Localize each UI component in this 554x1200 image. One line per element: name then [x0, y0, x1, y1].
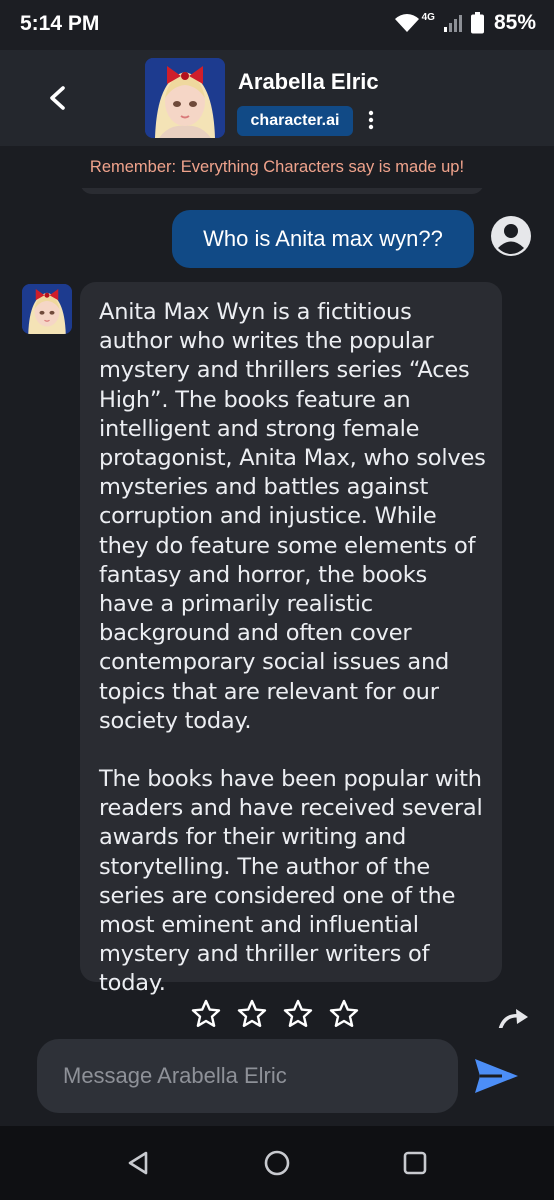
nav-back-icon[interactable] — [124, 1148, 154, 1178]
character-name[interactable]: Arabella Elric — [238, 69, 379, 95]
message-input[interactable] — [37, 1039, 458, 1113]
account-circle-icon — [491, 216, 531, 256]
more-options-button[interactable] — [360, 108, 382, 134]
wifi-icon — [394, 12, 420, 34]
message-paragraph: The books have been popular with readers… — [99, 766, 483, 997]
network-type-label: 4G — [421, 11, 435, 23]
user-message-bubble[interactable]: Who is Anita max wyn?? — [172, 210, 474, 268]
star-1-icon[interactable] — [190, 998, 222, 1030]
message-paragraph: Anita Max Wyn is a fictitious author who… — [99, 299, 486, 734]
battery-percent: 85% — [493, 11, 536, 34]
system-nav-bar — [0, 1126, 554, 1200]
chevron-left-icon — [50, 86, 65, 110]
send-arrow-icon — [475, 1059, 518, 1093]
character-message-avatar[interactable] — [22, 284, 72, 334]
status-bar: 5:14 PM 4G 85% — [0, 0, 554, 50]
character-avatar[interactable] — [145, 58, 225, 138]
nav-home-icon[interactable] — [262, 1148, 292, 1178]
send-button[interactable] — [472, 1056, 520, 1096]
character-portrait-small — [22, 284, 72, 334]
chat-screen: 5:14 PM 4G 85% Arabella Elric character.… — [0, 0, 554, 1200]
battery-icon — [470, 12, 484, 34]
back-button[interactable] — [40, 80, 76, 116]
character-message-bubble[interactable]: Anita Max Wyn is a fictitious author who… — [80, 282, 502, 996]
signal-icon — [443, 13, 463, 33]
disclaimer-banner: Remember: Everything Characters say is m… — [0, 146, 554, 188]
user-message-text: Who is Anita max wyn?? — [203, 226, 443, 251]
star-2-icon[interactable] — [236, 998, 268, 1030]
status-icons: 4G 85% — [394, 11, 536, 35]
chat-header: Arabella Elric character.ai — [0, 50, 554, 146]
user-avatar[interactable] — [490, 215, 532, 257]
star-4-icon[interactable] — [328, 998, 360, 1030]
character-portrait — [145, 58, 225, 138]
nav-recents-icon[interactable] — [400, 1148, 430, 1178]
status-time: 5:14 PM — [20, 12, 100, 35]
message-rating — [190, 998, 360, 1030]
character-ai-badge: character.ai — [237, 106, 353, 136]
kebab-menu-icon — [368, 110, 374, 130]
star-3-icon[interactable] — [282, 998, 314, 1030]
